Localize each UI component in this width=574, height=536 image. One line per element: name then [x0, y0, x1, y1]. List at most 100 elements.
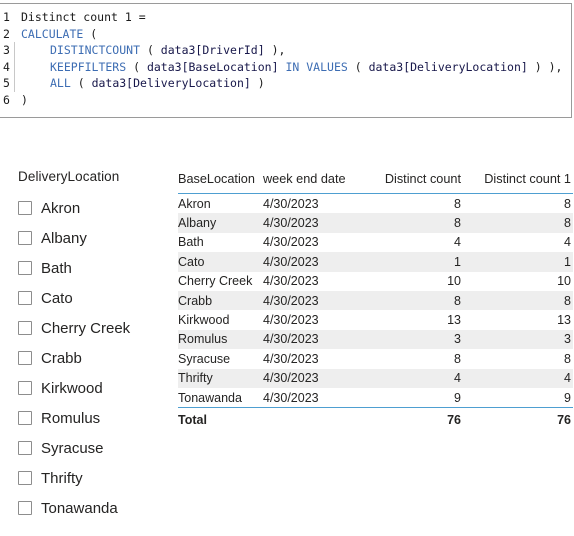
- cell-distinct-count-1: 4: [464, 368, 573, 388]
- total-cell-distinct-count: 76: [366, 407, 464, 432]
- code-line-text: KEEPFILTERS ( data3[BaseLocation] IN VAL…: [14, 58, 571, 76]
- code-token-pl: (: [126, 59, 147, 74]
- table-row[interactable]: Bath 4/30/2023 4 4: [178, 233, 573, 252]
- code-token-pl: (: [347, 59, 369, 74]
- dax-code-area[interactable]: 1 Distinct count 1 = 2 CALCULATE (3 DISTINC…: [0, 4, 571, 108]
- indent-guide: [14, 58, 15, 75]
- cell-week-end-date: 4/30/2023: [263, 368, 366, 388]
- cell-distinct-count: 8: [454, 196, 461, 211]
- checkbox-icon[interactable]: [18, 321, 32, 335]
- table-row[interactable]: Crabb 4/30/2023 8 8: [178, 290, 573, 311]
- slicer-item-label: Cherry Creek: [41, 319, 131, 337]
- code-token-kw: KEEPFILTERS: [50, 59, 127, 74]
- cell-distinct-count-1: 1: [464, 252, 573, 272]
- cell-distinct-count: 13: [447, 313, 461, 328]
- code-token-ref: data3[DriverId]: [160, 43, 265, 57]
- checkbox-icon[interactable]: [18, 441, 32, 455]
- dax-formula-editor[interactable]: 1 Distinct count 1 = 2 CALCULATE (3 DISTINC…: [0, 3, 572, 118]
- slicer-item[interactable]: Akron: [18, 193, 168, 223]
- cell-baselocation: Akron: [178, 196, 211, 211]
- cell-distinct-count: 10: [447, 274, 461, 289]
- slicer-item[interactable]: Crabb: [18, 343, 168, 373]
- code-line: 3 DISTINCTCOUNT ( data3[DriverId] ),: [0, 42, 571, 59]
- code-token-pl: Distinct count 1 =: [21, 10, 146, 24]
- cell-distinct-count-1: 8: [464, 213, 573, 233]
- checkbox-icon[interactable]: [18, 201, 32, 215]
- code-line: 4 KEEPFILTERS ( data3[BaseLocation] IN V…: [0, 58, 571, 76]
- cell-week-end-date: 4/30/2023: [263, 351, 319, 366]
- slicer-item-label: Kirkwood: [41, 379, 103, 397]
- checkbox-icon[interactable]: [18, 501, 32, 515]
- slicer-item-label: Thrifty: [41, 469, 83, 487]
- cell-distinct-count-1: 8: [464, 290, 573, 311]
- table-row[interactable]: Romulus 4/30/2023 3 3: [178, 329, 573, 350]
- table-row[interactable]: Thrifty 4/30/2023 4 4: [178, 368, 573, 388]
- slicer-item[interactable]: Albany: [18, 223, 168, 253]
- column-header-week-end-date[interactable]: week end date: [263, 172, 366, 194]
- cell-distinct-count: 1: [366, 252, 464, 272]
- indent-guide: [14, 42, 15, 59]
- slicer-title: DeliveryLocation: [18, 169, 120, 184]
- cell-distinct-count: 8: [366, 213, 464, 233]
- cell-week-end-date: 4/30/2023: [263, 252, 366, 272]
- total-cell-week-end-date: [263, 407, 366, 432]
- table-visual: BaseLocation week end date Distinct coun…: [178, 172, 573, 432]
- table-row[interactable]: Kirkwood 4/30/2023 13 13: [178, 310, 573, 329]
- slicer-item[interactable]: Cato: [18, 283, 168, 313]
- table-row[interactable]: Tonawanda 4/30/2023 9 9: [178, 388, 573, 408]
- slicer-item[interactable]: Kirkwood: [18, 373, 168, 403]
- slicer-item-label: Albany: [41, 229, 87, 247]
- code-line-text: Distinct count 1 =: [14, 9, 571, 26]
- line-number: 5: [3, 76, 10, 90]
- checkbox-icon[interactable]: [18, 231, 32, 245]
- code-line-text: CALCULATE (: [14, 26, 571, 43]
- code-token-kw: ALL: [50, 76, 71, 90]
- checkbox-icon[interactable]: [18, 411, 32, 425]
- checkbox-icon[interactable]: [18, 471, 32, 485]
- column-header-distinct-count-1[interactable]: Distinct count 1: [464, 172, 573, 194]
- code-line-text: DISTINCTCOUNT ( data3[DriverId] ),: [14, 42, 571, 59]
- cell-baselocation: Thrifty: [178, 368, 263, 388]
- cell-baselocation: Romulus: [178, 329, 263, 350]
- cell-baselocation: Crabb: [178, 290, 263, 311]
- cell-distinct-count-1: 8: [564, 196, 571, 211]
- slicer-item[interactable]: Syracuse: [18, 433, 168, 463]
- table-row[interactable]: Syracuse 4/30/2023 8 8: [178, 349, 573, 368]
- line-number: 6: [3, 92, 10, 107]
- table-row[interactable]: Albany 4/30/2023 8 8: [178, 213, 573, 233]
- code-token-pl: ): [21, 92, 28, 107]
- column-header-distinct-count[interactable]: Distinct count: [366, 172, 464, 194]
- code-token-kw: IN: [285, 59, 300, 74]
- slicer-item-label: Akron: [41, 199, 81, 217]
- code-line: 5 ALL ( data3[DeliveryLocation] ): [0, 75, 571, 92]
- cell-distinct-count: 8: [366, 290, 464, 311]
- column-header-baselocation[interactable]: BaseLocation: [178, 172, 263, 194]
- code-line-text: ): [14, 92, 571, 109]
- slicer-item-label: Cato: [41, 289, 73, 307]
- slicer-item[interactable]: Romulus: [18, 403, 168, 433]
- table-body: Akron 4/30/2023 8 8 Albany 4/30/2023 8 8 Bath 4/3…: [178, 194, 573, 408]
- cell-distinct-count-1: 4: [564, 235, 571, 250]
- table-row[interactable]: Cherry Creek 4/30/2023 10 10: [178, 272, 573, 291]
- slicer-item[interactable]: Tonawanda: [18, 493, 168, 523]
- slicer-item-label: Tonawanda: [41, 499, 118, 517]
- code-token-pl: (: [140, 43, 161, 57]
- table-row[interactable]: Akron 4/30/2023 8 8: [178, 194, 573, 214]
- checkbox-icon[interactable]: [18, 381, 32, 395]
- cell-distinct-count: 3: [366, 329, 464, 350]
- slicer-item[interactable]: Cherry Creek: [18, 313, 168, 343]
- cell-baselocation: Albany: [178, 213, 263, 233]
- cell-baselocation: Syracuse: [178, 351, 231, 366]
- table-row[interactable]: Cato 4/30/2023 1 1: [178, 252, 573, 272]
- checkbox-icon[interactable]: [18, 351, 32, 365]
- slicer-item[interactable]: Thrifty: [18, 463, 168, 493]
- checkbox-icon[interactable]: [18, 291, 32, 305]
- checkbox-icon[interactable]: [18, 261, 32, 275]
- line-number: 3: [3, 43, 10, 57]
- cell-week-end-date: 4/30/2023: [263, 390, 319, 405]
- slicer-item[interactable]: Bath: [18, 253, 168, 283]
- line-number: 4: [3, 59, 10, 74]
- slicer-item-label: Romulus: [41, 409, 101, 427]
